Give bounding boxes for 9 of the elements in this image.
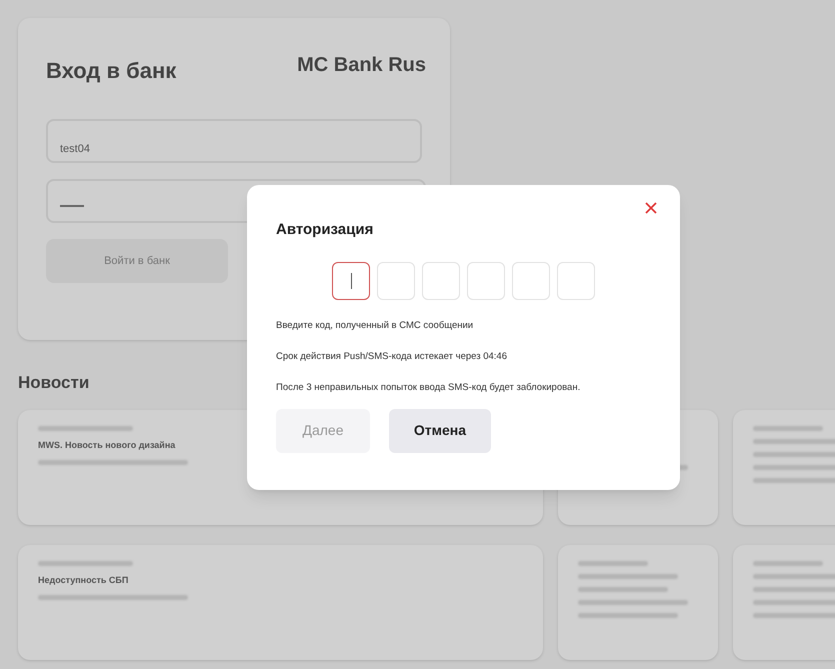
dialog-title: Авторизация [276, 220, 374, 240]
login-title: Вход в банк [46, 57, 176, 85]
news-title: MWS. Новость нового дизайна [38, 438, 176, 452]
news-title: Недоступность СБП [38, 574, 130, 587]
news-heading: Новости [18, 372, 90, 394]
dialog-message: Введите код, полученный в СМС сообщении [276, 320, 474, 330]
bank-logo: MC Bank Rus [297, 53, 426, 78]
dialog-message: После 3 неправильных попыток ввода SMS-код будет заблокирован. [276, 382, 582, 392]
dialog-message: Срок действия Push/SMS-кода истекает через 04:46 [276, 350, 508, 362]
